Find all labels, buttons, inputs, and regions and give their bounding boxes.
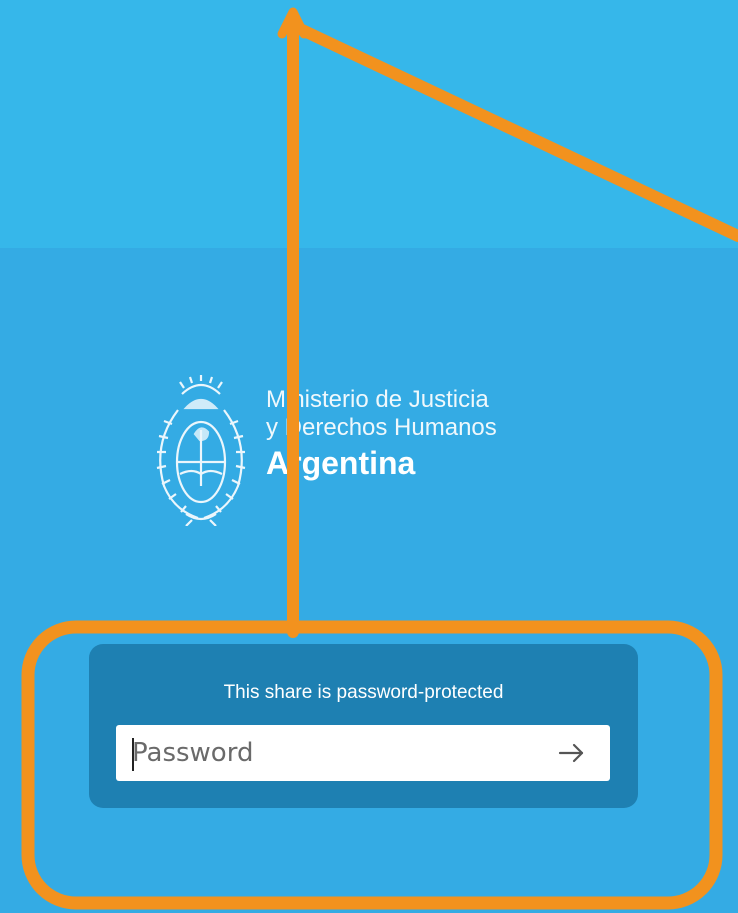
share-title: This share is password-protected bbox=[223, 682, 504, 703]
ministry-name: Ministerio de Justicia y Derechos Humano… bbox=[266, 386, 497, 482]
password-input[interactable] bbox=[132, 731, 532, 775]
ministry-line-3: Argentina bbox=[266, 444, 416, 481]
password-card: This share is password-protected bbox=[89, 644, 638, 808]
page-background bbox=[0, 248, 738, 913]
text-caret bbox=[132, 738, 134, 771]
ministry-logo: Ministerio de Justicia y Derechos Humano… bbox=[142, 374, 602, 534]
header-band bbox=[0, 0, 738, 248]
password-box bbox=[116, 725, 610, 781]
arrow-right-icon[interactable] bbox=[552, 733, 592, 773]
ministry-line-1: Ministerio de Justicia bbox=[266, 386, 489, 413]
coat-of-arms-icon bbox=[156, 375, 246, 526]
ministry-line-2: y Derechos Humanos bbox=[266, 414, 497, 442]
